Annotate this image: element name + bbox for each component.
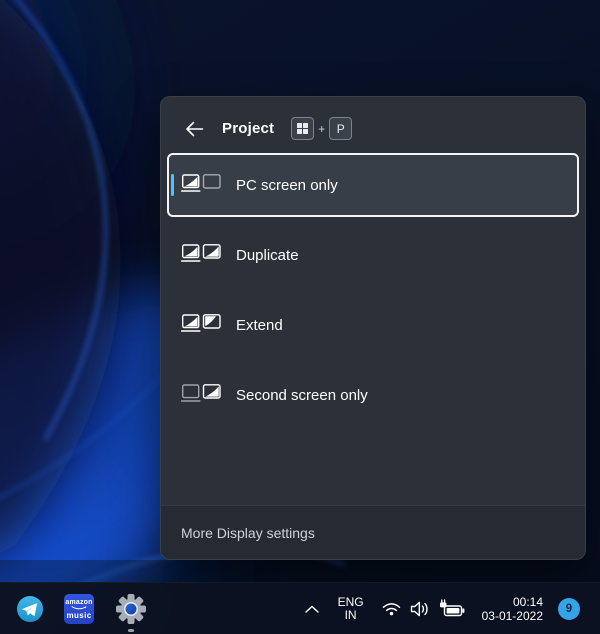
telegram-app-button[interactable] — [14, 593, 46, 625]
option-label: PC screen only — [236, 176, 338, 194]
settings-gear-icon — [116, 594, 146, 624]
desktop: Project + P PC screen only Duplicate Ext… — [0, 0, 600, 634]
amazon-music-line1: amazon — [65, 599, 93, 606]
amazon-music-line2: music — [66, 611, 92, 620]
language-line2: IN — [344, 608, 357, 622]
amazon-music-app-button[interactable]: amazon music — [62, 592, 96, 626]
system-tray-status-button[interactable] — [379, 597, 467, 621]
projection-options-list: PC screen only Duplicate Extend Second s… — [161, 153, 585, 427]
taskbar: amazon music ENG IN 00:14 03-01-2022 9 — [0, 582, 600, 634]
back-arrow-icon — [185, 121, 203, 136]
taskbar-tray: ENG IN 00:14 03-01-2022 9 — [301, 583, 580, 634]
selection-indicator — [171, 174, 174, 196]
language-indicator[interactable]: ENG IN — [336, 594, 366, 624]
keyboard-shortcut: + P — [291, 117, 353, 140]
footer-label: More Display settings — [181, 524, 315, 541]
wifi-icon — [382, 603, 400, 616]
option-pc-screen-only[interactable]: PC screen only — [167, 153, 579, 217]
shortcut-plus: + — [318, 121, 326, 136]
p-key: P — [329, 117, 353, 140]
running-app-indicator — [128, 629, 134, 632]
project-flyout: Project + P PC screen only Duplicate Ext… — [160, 96, 586, 560]
flyout-title: Project — [222, 120, 275, 137]
chevron-up-icon — [304, 605, 319, 613]
option-label: Extend — [236, 316, 283, 334]
show-hidden-icons-button[interactable] — [301, 600, 323, 618]
pc-screen-only-icon — [181, 174, 221, 192]
windows-key — [291, 117, 315, 140]
windows-logo-icon — [297, 123, 309, 134]
notification-count-badge[interactable]: 9 — [558, 598, 580, 620]
option-extend[interactable]: Extend — [167, 293, 579, 357]
clock-date-button[interactable]: 00:14 03-01-2022 — [480, 593, 545, 625]
back-button[interactable] — [181, 116, 207, 142]
volume-icon — [410, 601, 428, 617]
flyout-header: Project + P — [161, 97, 585, 153]
second-screen-only-icon — [181, 384, 221, 402]
telegram-icon — [17, 596, 43, 622]
settings-app-button[interactable] — [112, 590, 150, 632]
amazon-music-icon: amazon music — [64, 594, 94, 624]
extend-icon — [181, 314, 221, 332]
option-duplicate[interactable]: Duplicate — [167, 223, 579, 287]
amazon-smile-icon — [71, 606, 87, 610]
option-second-screen-only[interactable]: Second screen only — [167, 363, 579, 427]
duplicate-icon — [181, 244, 221, 262]
option-label: Duplicate — [236, 246, 299, 264]
clock-date: 03-01-2022 — [481, 609, 543, 623]
battery-charging-icon — [439, 599, 465, 617]
more-display-settings-link[interactable]: More Display settings — [161, 505, 585, 559]
option-label: Second screen only — [236, 386, 368, 404]
taskbar-apps: amazon music — [14, 583, 150, 634]
clock-time: 00:14 — [512, 595, 543, 609]
